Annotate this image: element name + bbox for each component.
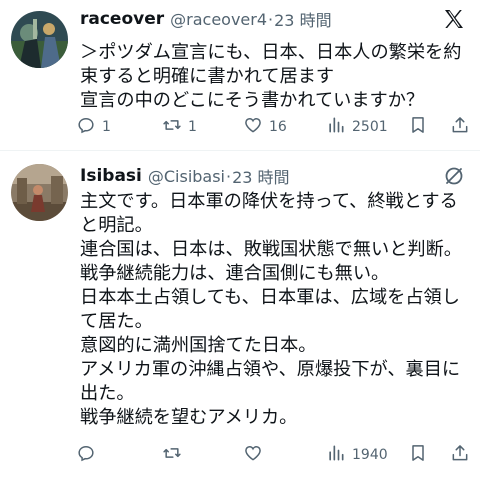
tweet-2[interactable]: Isibasi @Cisibasi · 23 時間 主文です。日本軍の降伏を持っ… (0, 150, 480, 480)
view-count: 1940 (352, 447, 388, 463)
heart-icon (243, 443, 263, 467)
text-line: 連合国は、日本は、敗戦国状態で無いと判断。 (80, 239, 462, 260)
text-line: と明記。 (80, 215, 153, 236)
tweet-text: ＞ポツダム宣言にも、日本、日本人の繁栄を約 束すると明確に書かれて居ます 宣言の… (80, 41, 470, 113)
text-line: ＞ポツダム宣言にも、日本、日本人の繁栄を約 (80, 42, 462, 63)
text-line: 出た。 (80, 383, 135, 404)
text-line: 日本本土占領しても、日本軍は、広域を占領し (80, 287, 460, 308)
author-name[interactable]: Isibasi (80, 166, 142, 186)
retweet-button[interactable] (162, 443, 188, 467)
bookmark-icon (408, 443, 428, 467)
text-line: アメリカ軍の沖縄占領や、原爆投下が、裏目に (80, 359, 461, 380)
bookmark-icon (408, 115, 428, 139)
views-button[interactable]: 2501 (326, 115, 388, 139)
reply-icon (76, 115, 96, 139)
x-logo-icon (442, 7, 466, 31)
action-bar: 1 1 16 2501 (76, 115, 470, 139)
bookmark-button[interactable] (408, 443, 428, 467)
view-count: 2501 (352, 119, 388, 135)
text-line: 戦争継続を望むアメリカ。 (80, 407, 298, 428)
share-button[interactable] (450, 115, 470, 139)
retweet-icon (162, 443, 182, 467)
timestamp[interactable]: 23 時間 (274, 7, 331, 31)
avatar[interactable] (11, 164, 68, 221)
text-line: て居た。 (80, 311, 153, 332)
tweet-1[interactable]: raceover @raceover4 · 23 時間 ＞ポツダム宣言にも、日本… (0, 0, 480, 150)
like-button[interactable]: 16 (243, 115, 287, 139)
share-icon (450, 443, 470, 467)
retweet-button[interactable]: 1 (162, 115, 197, 139)
timestamp[interactable]: 23 時間 (232, 164, 289, 188)
heart-icon (243, 115, 263, 139)
text-line: 主文です。日本軍の降伏を持って、終戦とする (80, 191, 458, 212)
text-line: 宣言の中のどこにそう書かれていますか？ (80, 90, 425, 111)
separator: · (226, 166, 232, 186)
reply-button[interactable]: 1 (76, 115, 111, 139)
tweet-header: raceover @raceover4 · 23 時間 (80, 7, 466, 31)
text-line: 戦争継続能力は、連合国側にも無い。 (80, 263, 390, 284)
author-name[interactable]: raceover (80, 9, 164, 29)
views-button[interactable]: 1940 (326, 443, 388, 467)
tweet-header: Isibasi @Cisibasi · 23 時間 (80, 164, 466, 188)
text-line: 意図的に満州国捨てた日本。 (80, 335, 317, 356)
reply-button[interactable] (76, 443, 102, 467)
like-count: 16 (269, 119, 287, 135)
avatar[interactable] (11, 11, 68, 68)
reply-count: 1 (102, 119, 111, 135)
separator: · (268, 9, 274, 29)
share-icon (450, 115, 470, 139)
tweet-text: 主文です。日本軍の降伏を持って、終戦とする と明記。 連合国は、日本は、敗戦国状… (80, 190, 470, 430)
retweet-count: 1 (188, 119, 197, 135)
bookmark-button[interactable] (408, 115, 428, 139)
like-button[interactable] (243, 443, 269, 467)
analytics-icon (326, 115, 346, 139)
author-handle[interactable]: @raceover4 (170, 10, 267, 29)
text-line: 束すると明確に書かれて居ます (80, 66, 335, 87)
share-button[interactable] (450, 443, 470, 467)
action-bar: 1940 (76, 443, 470, 467)
grok-icon[interactable] (442, 164, 466, 188)
reply-icon (76, 443, 96, 467)
analytics-icon (326, 443, 346, 467)
retweet-icon (162, 115, 182, 139)
author-handle[interactable]: @Cisibasi (148, 167, 225, 186)
